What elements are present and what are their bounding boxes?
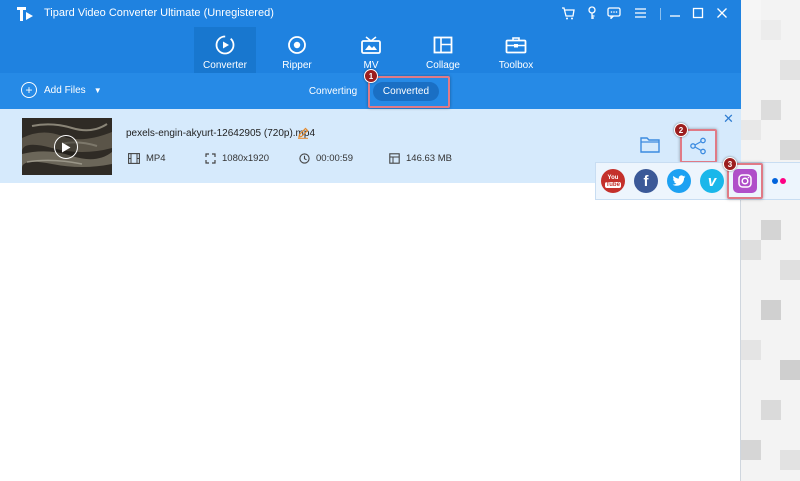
flickr-icon[interactable] (767, 169, 791, 193)
collage-icon (433, 35, 453, 55)
file-size-icon (388, 152, 400, 164)
minimize-icon[interactable] (665, 4, 685, 22)
mv-icon (360, 35, 382, 55)
tab-collage[interactable]: Collage (412, 27, 474, 73)
chevron-down-icon[interactable]: ▼ (94, 86, 102, 95)
format-info: MP4 (128, 152, 166, 164)
ripper-icon (287, 35, 307, 55)
app-window: Tipard Video Converter Ultimate (Unregis… (0, 0, 741, 481)
tab-converting[interactable]: Converting (306, 82, 360, 101)
titlebar-divider (660, 8, 661, 20)
tab-toolbox[interactable]: Toolbox (485, 27, 547, 73)
main-nav: Converter Ripper MV Collage Toolbox (0, 27, 741, 73)
step-badge-1: 1 (364, 69, 378, 83)
clock-icon (298, 152, 310, 164)
add-icon: + (21, 82, 37, 98)
folder-icon[interactable] (640, 136, 660, 158)
film-icon (128, 152, 140, 164)
background-mosaic (741, 0, 800, 481)
resize-icon (204, 152, 216, 164)
file-name: pexels-engin-akyurt-12642905 (720p).mp4 (126, 128, 316, 139)
video-thumbnail[interactable] (22, 118, 112, 175)
add-files-button[interactable]: + Add Files ▼ (21, 82, 102, 98)
app-logo-icon (17, 7, 33, 21)
window-title: Tipard Video Converter Ultimate (Unregis… (44, 7, 274, 19)
tab-ripper[interactable]: Ripper (266, 27, 328, 73)
title-bar: Tipard Video Converter Ultimate (Unregis… (0, 0, 741, 27)
key-icon[interactable] (582, 4, 602, 22)
converter-icon (214, 35, 236, 55)
maximize-icon[interactable] (688, 4, 708, 22)
tab-mv[interactable]: MV (340, 27, 402, 73)
youtube-icon[interactable]: You Tube (601, 169, 625, 193)
close-icon[interactable]: ✕ (723, 112, 734, 125)
resolution-info: 1080x1920 (204, 152, 269, 164)
twitter-icon[interactable] (667, 169, 691, 193)
tab-converter[interactable]: Converter (194, 27, 256, 73)
size-info: 146.63 MB (388, 152, 452, 164)
step-badge-3: 3 (723, 157, 737, 171)
facebook-icon[interactable]: f (634, 169, 658, 193)
step-badge-2: 2 (674, 123, 688, 137)
vimeo-icon[interactable]: v (700, 169, 724, 193)
duration-info: 00:00:59 (298, 152, 353, 164)
play-icon[interactable] (54, 135, 78, 159)
feedback-icon[interactable] (604, 4, 624, 22)
close-window-icon[interactable] (712, 4, 732, 22)
callout-converted (368, 76, 450, 108)
toolbox-icon (505, 35, 527, 55)
edit-icon[interactable] (297, 126, 309, 144)
share-panel: You Tube f v (595, 162, 800, 200)
cart-icon[interactable] (558, 4, 578, 22)
menu-icon[interactable] (630, 4, 650, 22)
